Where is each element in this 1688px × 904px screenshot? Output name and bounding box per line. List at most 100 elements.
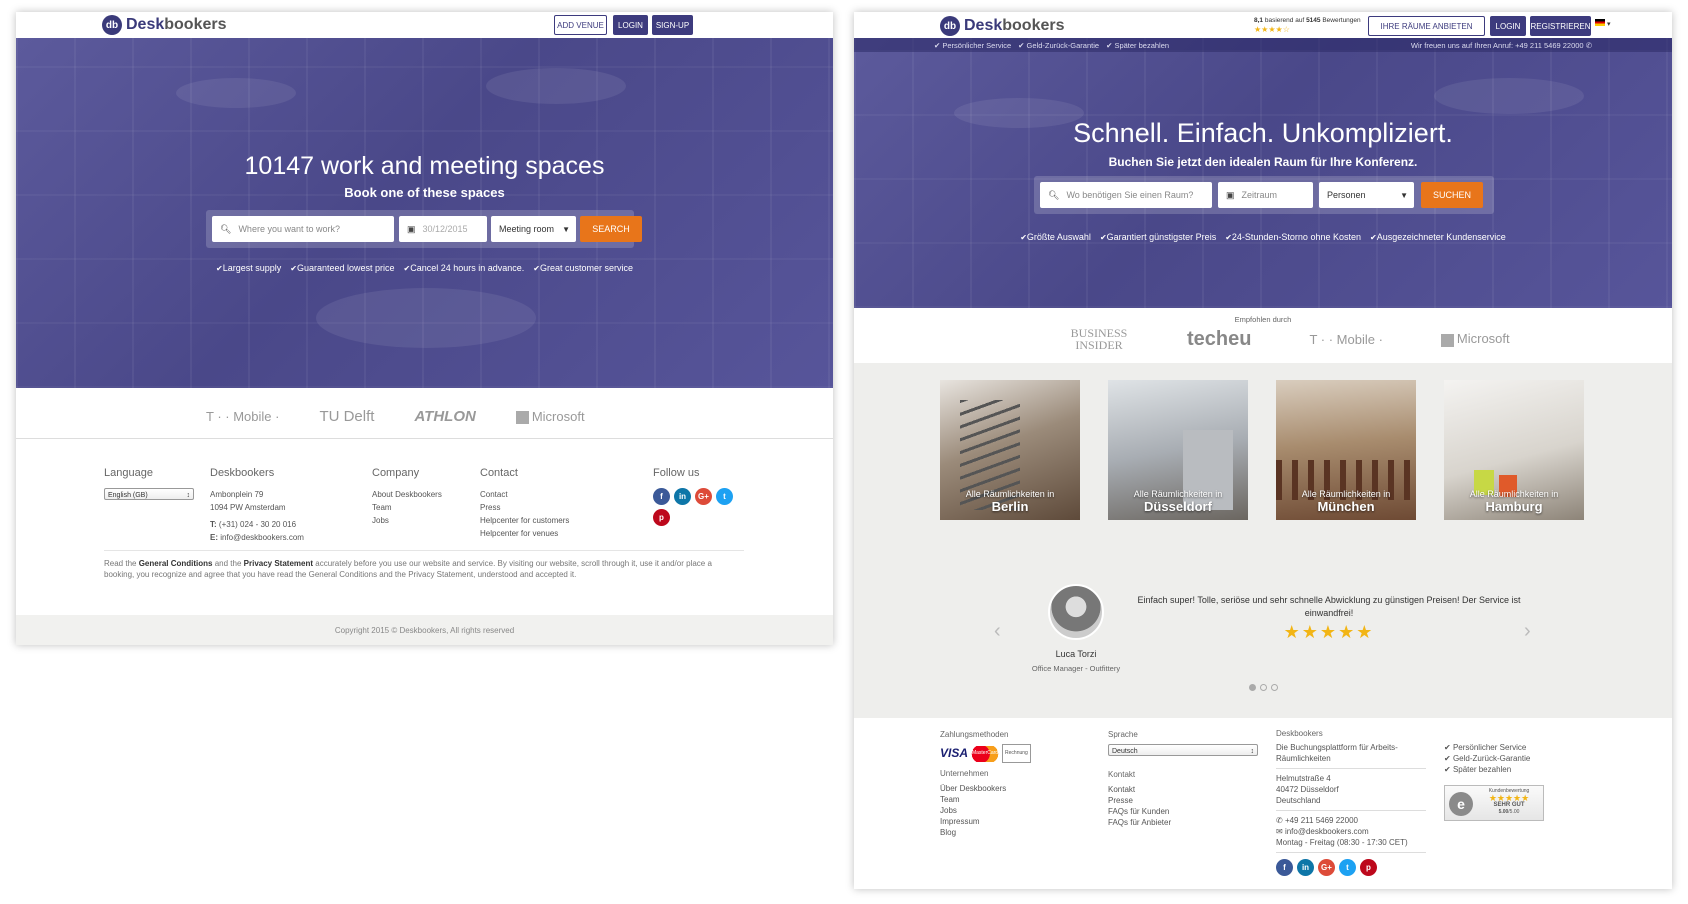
- linkedin-icon[interactable]: in: [674, 488, 691, 505]
- privacy-statement-link[interactable]: Privacy Statement: [244, 559, 313, 568]
- login-button[interactable]: LOGIN: [1490, 16, 1526, 36]
- twitter-icon[interactable]: t: [716, 488, 733, 505]
- footer-link[interactable]: Jobs: [372, 514, 442, 527]
- login-button[interactable]: LOGIN: [613, 15, 648, 35]
- footer-link[interactable]: Impressum: [940, 816, 1090, 827]
- usp-item: ✔ Später bezahlen: [1444, 765, 1512, 774]
- facebook-icon[interactable]: f: [653, 488, 670, 505]
- location-placeholder: Wo benötigen Sie einen Raum?: [1066, 190, 1194, 200]
- chevron-right-icon[interactable]: ›: [1524, 620, 1531, 643]
- german-flag-icon: [1595, 19, 1605, 26]
- search-bar: 🔍︎ Where you want to work? ▣ 30/12/2015 Me…: [206, 210, 642, 248]
- footer-link[interactable]: Presse: [1108, 795, 1258, 806]
- english-homepage-screenshot: db Deskbookers ADD VENUE LOGIN SIGN-UP 1…: [16, 12, 833, 645]
- caret-down-icon: ▼: [562, 224, 570, 234]
- footer-company: Company About Deskbookers Team Jobs: [372, 467, 442, 527]
- usp-list: Größte Auswahl Garantiert günstigster Pr…: [854, 232, 1672, 242]
- techeu-logo: techeu: [1187, 327, 1252, 350]
- date-range-input[interactable]: ▣ Zeitraum: [1218, 182, 1313, 208]
- avatar: [1048, 584, 1104, 640]
- deskbookers-logo[interactable]: db Deskbookers: [102, 15, 227, 35]
- envelope-icon: ✉: [1276, 827, 1285, 836]
- date-input[interactable]: ▣ 30/12/2015: [399, 216, 487, 242]
- footer-link[interactable]: Helpcenter for customers: [480, 514, 569, 527]
- usp-item: ✔ Persönlicher Service: [1444, 743, 1527, 752]
- language-flag-dropdown[interactable]: ▾: [1595, 19, 1610, 28]
- location-search-input[interactable]: 🔍︎ Where you want to work?: [212, 216, 394, 242]
- chevron-left-icon[interactable]: ‹: [994, 620, 1001, 643]
- city-card-prefix: Alle Räumlichkeiten in: [965, 489, 1055, 499]
- athlon-logo: ATHLON: [414, 408, 476, 425]
- contact-heading: Kontakt: [1108, 770, 1136, 779]
- logo-bookers: bookers: [1002, 17, 1065, 34]
- info-item: ✔ Persönlicher Service: [934, 40, 1012, 50]
- pinterest-icon[interactable]: p: [1360, 859, 1377, 876]
- city-card-prefix: Alle Räumlichkeiten in: [1301, 489, 1391, 499]
- usp-item: Garantiert günstigster Preis: [1100, 232, 1217, 242]
- persons-select[interactable]: Personen ▼: [1319, 182, 1414, 208]
- footer-link[interactable]: FAQs für Anbieter: [1108, 817, 1258, 828]
- footer-link[interactable]: Jobs: [940, 805, 1090, 816]
- location-search-input[interactable]: 🔍︎ Wo benötigen Sie einen Raum?: [1040, 182, 1212, 208]
- trusted-badge[interactable]: e Kundenbewertung ★★★★★ SEHR GUT 5.00/5.…: [1444, 785, 1544, 821]
- city-card-prefix: Alle Räumlichkeiten in: [1469, 489, 1559, 499]
- city-card-berlin[interactable]: Alle Räumlichkeiten in Berlin: [940, 380, 1080, 520]
- address-line: Ambonplein 79: [210, 490, 264, 499]
- footer-link[interactable]: FAQs für Kunden: [1108, 806, 1258, 817]
- microsoft-logo: Microsoft: [515, 409, 585, 425]
- hero-subtitle: Book one of these spaces: [344, 185, 505, 200]
- footer-link[interactable]: Kontakt: [1108, 784, 1258, 795]
- footer-link[interactable]: About Deskbookers: [372, 488, 442, 501]
- deskbookers-logo[interactable]: db Deskbookers: [940, 16, 1065, 36]
- reviewer-role: Office Manager - Outfittery: [1031, 664, 1121, 673]
- tmobile-logo: T · · Mobile ·: [206, 409, 280, 424]
- google-plus-icon[interactable]: G+: [1318, 859, 1335, 876]
- testimonial-stars: ★★★★★: [1283, 622, 1375, 642]
- usp-item: Größte Auswahl: [1020, 232, 1091, 242]
- copyright-bar: Copyright 2015 © Deskbookers, All rights…: [16, 615, 833, 645]
- tagline: Die Buchungsplattform für Arbeits- Räuml…: [1276, 742, 1426, 769]
- email-line[interactable]: ✉ info@deskbookers.com: [1276, 826, 1426, 837]
- carousel-dot[interactable]: [1270, 684, 1278, 691]
- city-card-hamburg[interactable]: Alle Räumlichkeiten in Hamburg: [1444, 380, 1584, 520]
- city-card-name: Hamburg: [1485, 499, 1543, 514]
- footer-link[interactable]: Team: [940, 794, 1090, 805]
- social-icons: f in G+ t p: [653, 488, 733, 526]
- caret-down-icon: ▼: [1400, 190, 1408, 200]
- footer-link[interactable]: Team: [372, 501, 442, 514]
- email-line[interactable]: E: info@deskbookers.com: [210, 531, 304, 544]
- address-line: Helmutstraße 4: [1276, 774, 1331, 783]
- language-select[interactable]: Deutsch: [1108, 744, 1258, 758]
- footer-link[interactable]: Contact: [480, 488, 569, 501]
- facebook-icon[interactable]: f: [1276, 859, 1293, 876]
- register-button[interactable]: REGISTRIEREN: [1530, 16, 1591, 36]
- logo-mark: db: [940, 16, 960, 36]
- carousel-dot[interactable]: [1259, 684, 1267, 691]
- add-venue-button[interactable]: ADD VENUE: [554, 15, 607, 35]
- footer-link[interactable]: Über Deskbookers: [940, 783, 1090, 794]
- city-card-muenchen[interactable]: Alle Räumlichkeiten in München: [1276, 380, 1416, 520]
- search-button[interactable]: SUCHEN: [1421, 182, 1483, 208]
- linkedin-icon[interactable]: in: [1297, 859, 1314, 876]
- opening-hours: Montag - Freitag (08:30 - 17:30 CET): [1276, 837, 1426, 853]
- company-heading: Unternehmen: [940, 769, 989, 778]
- footer-link[interactable]: Helpcenter for venues: [480, 527, 569, 540]
- signup-button[interactable]: SIGN-UP: [652, 15, 693, 35]
- general-conditions-link[interactable]: General Conditions: [139, 559, 213, 568]
- twitter-icon[interactable]: t: [1339, 859, 1356, 876]
- logo-mark: db: [102, 15, 122, 35]
- search-button[interactable]: SEARCH: [580, 216, 642, 242]
- windows-icon: [515, 411, 529, 425]
- pinterest-icon[interactable]: p: [653, 509, 670, 526]
- language-select[interactable]: English (GB): [104, 488, 194, 502]
- city-card-duesseldorf[interactable]: Alle Räumlichkeiten in Düsseldorf: [1108, 380, 1248, 520]
- tudelft-logo: TU Delft: [319, 408, 375, 425]
- space-type-select[interactable]: Meeting room ▼: [491, 216, 576, 242]
- footer-link[interactable]: Press: [480, 501, 569, 514]
- carousel-dot[interactable]: [1248, 684, 1256, 691]
- footer-link[interactable]: Blog: [940, 827, 1090, 838]
- offer-spaces-button[interactable]: IHRE RÄUME ANBIETEN: [1368, 16, 1485, 36]
- footer-company-info: Deskbookers Die Buchungsplattform für Ar…: [1276, 728, 1426, 876]
- city-card-prefix: Alle Räumlichkeiten in: [1133, 489, 1223, 499]
- google-plus-icon[interactable]: G+: [695, 488, 712, 505]
